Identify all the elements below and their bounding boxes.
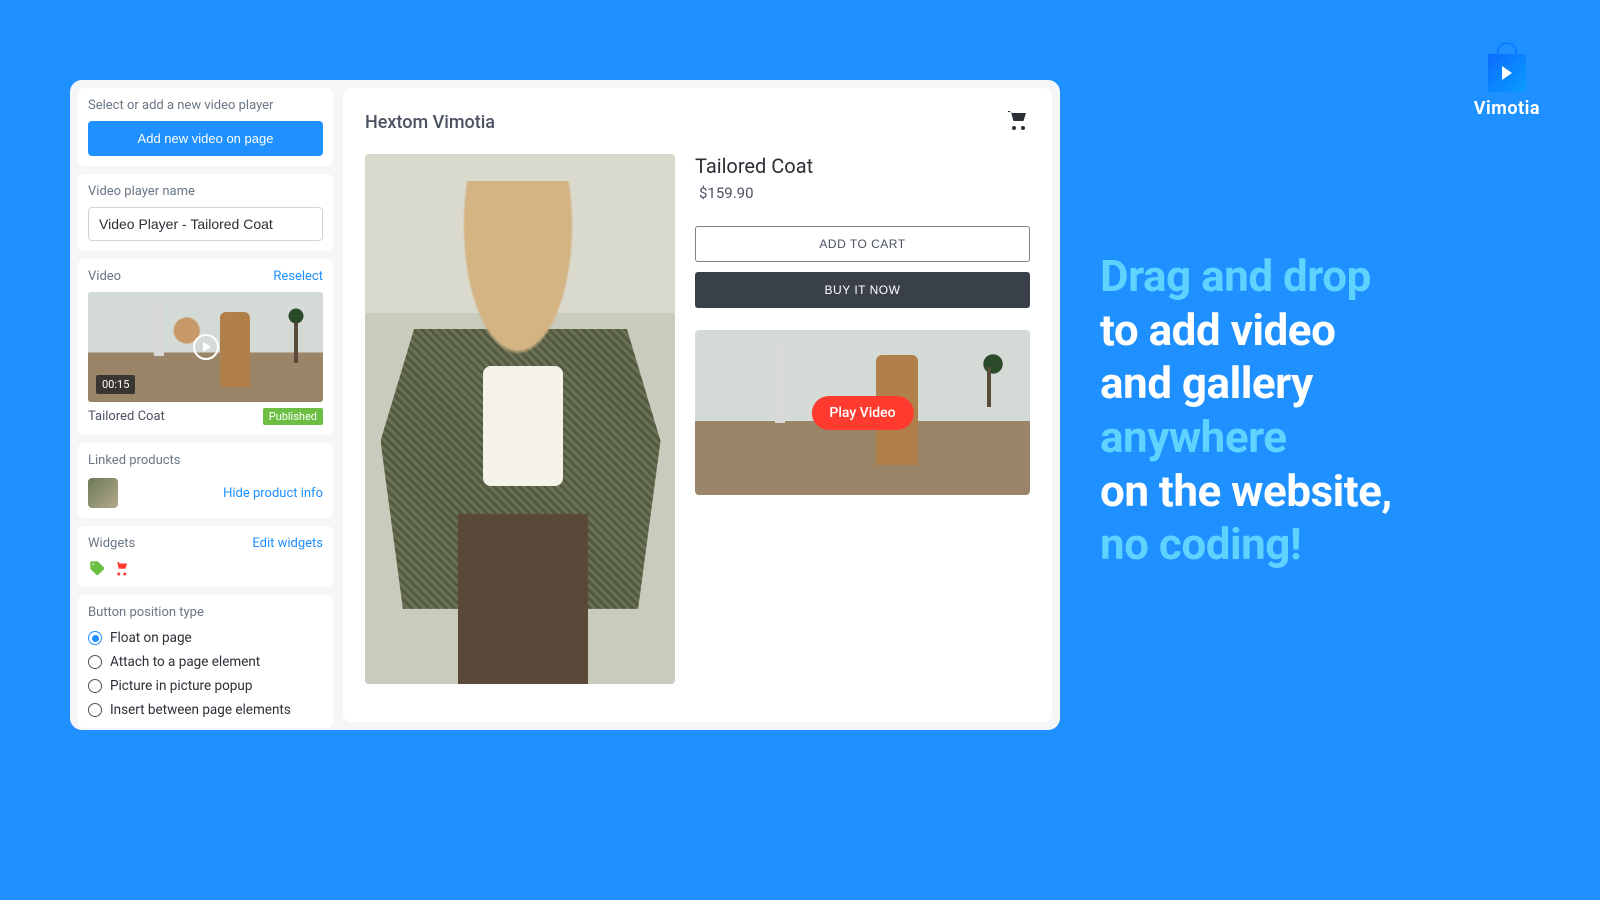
add-video-button[interactable]: Add new video on page	[88, 121, 323, 156]
cart-icon	[112, 559, 130, 577]
product-title: Tailored Coat	[695, 154, 1030, 178]
linked-product-thumb[interactable]	[88, 478, 118, 508]
play-video-button[interactable]: Play Video	[811, 396, 913, 430]
video-thumbnail[interactable]: 00:15	[88, 292, 323, 402]
preview-title: Hextom Vimotia	[365, 112, 495, 133]
hero-headline: Drag and drop to add video and gallery a…	[1100, 250, 1520, 572]
card-video: Video Reselect 00:15 Tailored Coat Publi…	[78, 259, 333, 435]
brand-name: Vimotia	[1474, 98, 1540, 119]
radio-icon	[88, 679, 102, 693]
linked-products-label: Linked products	[88, 453, 323, 468]
edit-widgets-link[interactable]: Edit widgets	[252, 536, 323, 551]
position-label: Button position type	[88, 605, 323, 620]
widgets-label: Widgets	[88, 536, 135, 551]
brand-logo: Vimotia	[1474, 40, 1540, 119]
status-badge: Published	[263, 408, 323, 425]
player-name-label: Video player name	[88, 184, 323, 199]
video-label: Video	[88, 269, 121, 284]
card-widgets: Widgets Edit widgets	[78, 526, 333, 587]
radio-pip[interactable]: Picture in picture popup	[88, 674, 323, 698]
radio-float[interactable]: Float on page	[88, 626, 323, 650]
card-linked-products: Linked products Hide product info	[78, 443, 333, 518]
card-position: Button position type Float on page Attac…	[78, 595, 333, 728]
select-player-label: Select or add a new video player	[88, 98, 323, 113]
radio-attach[interactable]: Attach to a page element	[88, 650, 323, 674]
app-window: Select or add a new video player Add new…	[70, 80, 1060, 730]
product-image	[365, 154, 675, 684]
radio-icon	[88, 703, 102, 717]
video-title: Tailored Coat	[88, 409, 165, 424]
product-info: Tailored Coat $159.90 ADD TO CART BUY IT…	[695, 154, 1030, 684]
buy-now-button[interactable]: BUY IT NOW	[695, 272, 1030, 308]
duration-badge: 00:15	[96, 375, 135, 394]
play-icon	[193, 334, 219, 360]
card-player-name: Video player name	[78, 174, 333, 251]
radio-icon	[88, 631, 102, 645]
reselect-link[interactable]: Reselect	[273, 269, 323, 284]
header-cart-icon[interactable]	[1004, 108, 1030, 136]
sidebar: Select or add a new video player Add new…	[78, 88, 333, 722]
embedded-video[interactable]: Play Video	[695, 330, 1030, 495]
tag-icon	[88, 559, 106, 577]
card-select-player: Select or add a new video player Add new…	[78, 88, 333, 166]
shopping-bag-icon	[1484, 40, 1530, 92]
add-to-cart-button[interactable]: ADD TO CART	[695, 226, 1030, 262]
product-price: $159.90	[699, 184, 1030, 202]
hide-product-info-link[interactable]: Hide product info	[223, 486, 323, 501]
radio-icon	[88, 655, 102, 669]
player-name-input[interactable]	[88, 207, 323, 241]
preview-panel: Hextom Vimotia Tailored Coat $159.90 ADD…	[343, 88, 1052, 722]
radio-insert[interactable]: Insert between page elements	[88, 698, 323, 722]
